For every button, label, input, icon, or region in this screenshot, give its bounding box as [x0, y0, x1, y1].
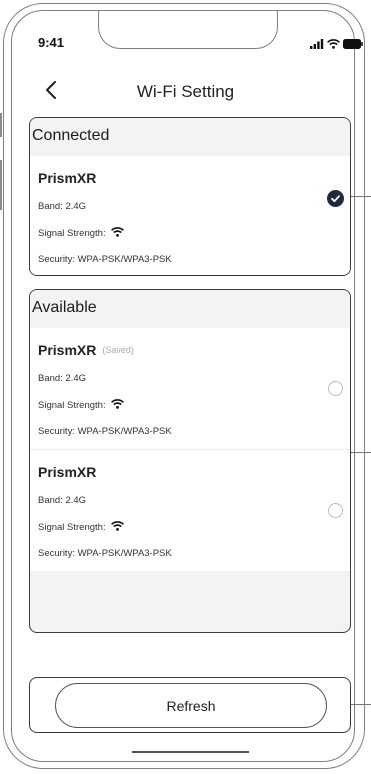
- network-signal: Signal Strength:: [38, 399, 124, 412]
- connected-section-title: Connected: [30, 118, 350, 156]
- network-name-row: PrismXR (Saved): [38, 342, 134, 358]
- network-radio[interactable]: [328, 381, 343, 396]
- network-security: Security: WPA-PSK/WPA3-PSK: [38, 426, 172, 437]
- network-band: Band: 2.4G: [38, 201, 87, 212]
- wifi-icon: [110, 399, 124, 412]
- annotation-line: [351, 196, 371, 197]
- phone-notch: [98, 11, 278, 49]
- network-name: PrismXR: [38, 170, 97, 186]
- signal-strength-label: Signal Strength:: [38, 522, 106, 533]
- refresh-button[interactable]: Refresh: [55, 683, 327, 728]
- signal-strength-label: Signal Strength:: [38, 228, 106, 239]
- refresh-section: Refresh: [29, 677, 351, 733]
- saved-tag: (Saved): [102, 345, 134, 355]
- annotation-line: [351, 452, 371, 453]
- connected-network-item[interactable]: PrismXR Band: 2.4G Signal Strength: Secu…: [30, 156, 350, 275]
- status-icons: [310, 36, 363, 54]
- page-title: Wi-Fi Setting: [136, 82, 235, 101]
- network-security: Security: WPA-PSK/WPA3-PSK: [38, 548, 172, 559]
- cellular-signal-icon: [310, 36, 324, 54]
- status-time: 9:41: [38, 35, 65, 50]
- wifi-icon: [110, 227, 124, 240]
- available-network-item[interactable]: PrismXR (Saved) Band: 2.4G Signal Strengt…: [30, 328, 350, 449]
- network-name: PrismXR: [38, 464, 97, 480]
- network-name: PrismXR: [38, 342, 97, 358]
- network-signal: Signal Strength:: [38, 227, 124, 240]
- signal-strength-label: Signal Strength:: [38, 400, 106, 411]
- battery-icon: [343, 36, 363, 54]
- wifi-status-icon: [327, 36, 340, 54]
- available-section-title: Available: [30, 290, 350, 328]
- home-indicator: [132, 751, 249, 753]
- connected-section: Connected PrismXR Band: 2.4G Signal Stre…: [29, 117, 351, 276]
- available-network-item[interactable]: PrismXR Band: 2.4G Signal Strength: Secu…: [30, 449, 350, 571]
- phone-side-button-mute: [0, 113, 2, 137]
- selected-checkmark-icon[interactable]: [327, 190, 344, 207]
- phone-side-button-volume: [0, 160, 2, 210]
- network-radio[interactable]: [328, 503, 343, 518]
- wifi-icon: [110, 521, 124, 534]
- network-security: Security: WPA-PSK/WPA3-PSK: [38, 254, 172, 265]
- annotation-line: [351, 704, 371, 705]
- network-band: Band: 2.4G: [38, 495, 87, 506]
- available-section: Available PrismXR (Saved) Band: 2.4G Sign…: [29, 289, 351, 633]
- network-signal: Signal Strength:: [38, 521, 124, 534]
- network-band: Band: 2.4G: [38, 373, 87, 384]
